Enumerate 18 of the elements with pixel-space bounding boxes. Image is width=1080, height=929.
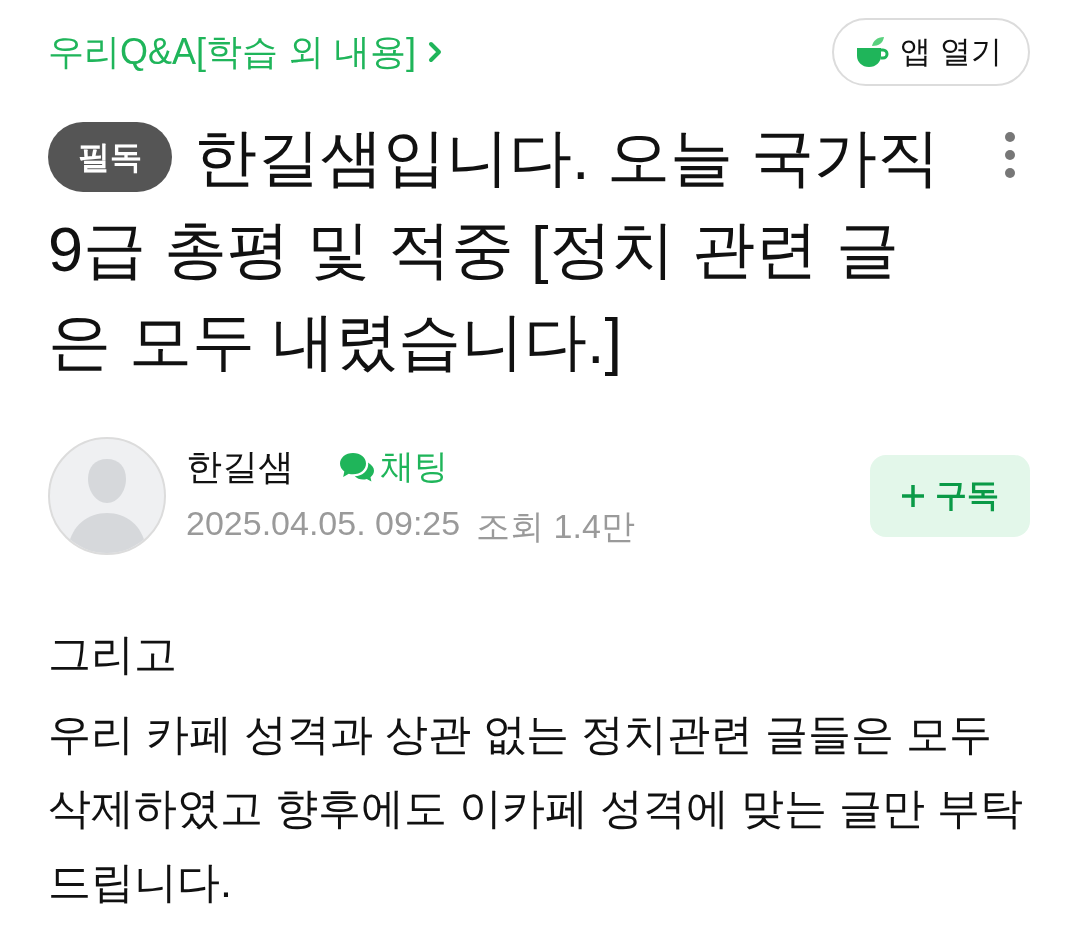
author-name[interactable]: 한길샘 bbox=[186, 442, 294, 492]
cup-icon bbox=[854, 34, 891, 70]
body-paragraph: 우리 카페 성격과 상관 없는 정치관련 글들은 모두 삭제하였고 향후에도 이카페 성격에 맞는 글만 부탁드립니다. bbox=[48, 709, 1024, 908]
post-title-line: 9급 총평 및 적중 [정치 관련 글 bbox=[48, 213, 899, 286]
post-title-line: 은 모두 내렸습니다.] bbox=[48, 305, 622, 378]
post-title-line: 한길샘입니다. 오늘 국가직 bbox=[194, 121, 940, 194]
open-app-button[interactable]: 앱 열기 bbox=[832, 18, 1030, 86]
post-date: 2025.04.05. 09:25 bbox=[186, 503, 461, 544]
must-read-badge: 필독 bbox=[48, 122, 172, 192]
chat-link[interactable]: 채팅 bbox=[338, 444, 448, 490]
body-paragraph: 그리고 bbox=[48, 629, 178, 680]
breadcrumb-link[interactable]: 우리Q&A[학습 외 내용] bbox=[48, 27, 443, 77]
view-count: 조회 1.4만 bbox=[476, 505, 635, 547]
subscribe-button[interactable]: 구독 bbox=[870, 455, 1030, 537]
chevron-right-icon bbox=[428, 41, 443, 63]
more-options-icon[interactable] bbox=[1004, 131, 1016, 179]
speech-bubbles-icon bbox=[338, 451, 376, 483]
plus-icon bbox=[901, 484, 925, 508]
